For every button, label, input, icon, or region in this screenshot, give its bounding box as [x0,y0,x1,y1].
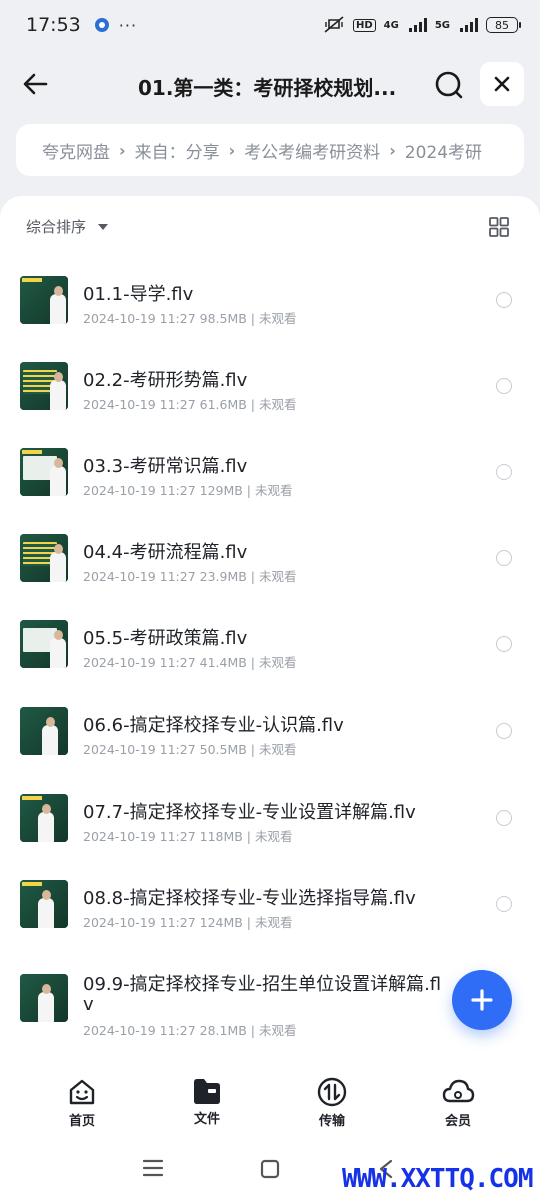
nav-item-files[interactable]: 文件 [167,1072,247,1136]
file-panel: 综合排序 01.1-导学.flv 2024-10-19 11:27 98.5MB… [0,196,540,1200]
nav-label: 文件 [193,1112,220,1127]
file-meta: 2024-10-19 11:27 28.1MB | 未观看 [83,1023,297,1038]
mute-vibrate-icon [324,16,344,33]
plus-icon [471,989,493,1011]
file-row[interactable]: 07.7-搞定择校择专业-专业设置详解篇.flv 2024-10-19 11:2… [0,772,540,858]
file-row[interactable]: 06.6-搞定择校择专业-认识篇.flv 2024-10-19 11:27 50… [0,685,540,771]
grid-view-icon[interactable] [488,216,510,238]
nav-label: 传输 [318,1114,345,1129]
cloud-icon [442,1079,475,1103]
close-icon [494,76,510,92]
video-thumbnail [20,707,68,755]
nav-item-transfer[interactable]: 传输 [292,1072,372,1136]
breadcrumb-item-folder[interactable]: 考公考编考研资料 [244,138,380,163]
home-square-icon[interactable] [259,1158,281,1180]
app-notification-icon [94,18,109,32]
file-meta: 2024-10-19 11:27 98.5MB | 未观看 [83,311,297,326]
video-thumbnail [20,276,68,324]
select-radio[interactable] [496,292,512,308]
close-button[interactable] [480,62,524,106]
network-5g: 5G [434,19,450,31]
page-title: 01.第一类：考研择校规划... [138,76,397,100]
chevron-right-icon: › [228,140,236,160]
select-radio[interactable] [496,896,512,912]
signal-bars-icon [408,18,427,32]
video-thumbnail [20,534,68,582]
signal-bars-icon-2 [460,18,478,32]
file-name: 01.1-导学.flv [83,284,194,305]
file-name: 02.2-考研形势篇.flv [83,370,248,391]
add-button[interactable] [452,970,512,1030]
watermark: WWW.XXTTQ.COM [342,1164,533,1194]
file-meta: 2024-10-19 11:27 41.4MB | 未观看 [83,655,297,670]
file-name: 07.7-搞定择校择专业-专业设置详解篇.flv [83,802,416,823]
bottom-nav: 首页 文件 传输 会员 [0,1072,540,1136]
file-meta: 2024-10-19 11:27 124MB | 未观看 [83,915,293,930]
select-radio[interactable] [496,810,512,826]
chevron-right-icon: › [119,140,126,160]
select-radio[interactable] [496,378,512,394]
video-thumbnail [20,974,68,1022]
sort-dropdown[interactable]: 综合排序 [26,216,109,237]
select-radio[interactable] [496,464,512,480]
file-name: 08.8-搞定择校择专业-专业选择指导篇.flv [83,888,416,909]
file-row[interactable]: 02.2-考研形势篇.flv 2024-10-19 11:27 61.6MB |… [0,340,540,426]
video-thumbnail [20,448,68,496]
hd-badge: HD [352,18,376,32]
sort-label: 综合排序 [26,218,87,236]
caret-down-icon [98,223,109,230]
select-radio[interactable] [496,723,512,739]
nav-label: 首页 [68,1114,95,1129]
file-name: 05.5-考研政策篇.flv [83,628,248,649]
file-meta: 2024-10-19 11:27 61.6MB | 未观看 [83,397,297,412]
file-name: 09.9-搞定择校择专业-招生单位设置详解篇.fl [83,974,442,995]
file-name: 03.3-考研常识篇.flv [83,456,248,477]
chevron-right-icon: › [389,140,396,160]
video-thumbnail [20,362,68,410]
file-row[interactable]: 05.5-考研政策篇.flv 2024-10-19 11:27 41.4MB |… [0,598,540,684]
file-meta: 2024-10-19 11:27 50.5MB | 未观看 [83,742,297,757]
video-thumbnail [20,620,68,668]
file-name: 06.6-搞定择校择专业-认识篇.flv [83,715,344,736]
select-radio[interactable] [496,550,512,566]
nav-item-vip[interactable]: 会员 [418,1072,498,1136]
nav-label: 会员 [444,1114,471,1129]
network-4g: 4G [383,19,399,31]
file-row[interactable]: 08.8-搞定择校择专业-专业选择指导篇.flv 2024-10-19 11:2… [0,858,540,944]
status-bar: 17:53 ··· HD 4G 5G 85 [0,0,540,50]
video-thumbnail [20,880,68,928]
select-radio[interactable] [496,636,512,652]
breadcrumb-item-root[interactable]: 夸克网盘 [42,138,110,163]
file-name-continued: v [83,994,94,1015]
file-row[interactable]: 03.3-考研常识篇.flv 2024-10-19 11:27 129MB | … [0,426,540,512]
transfer-icon [317,1077,347,1107]
breadcrumb: 夸克网盘 › 来自：分享 › 考公考编考研资料 › 2024考研 [16,124,524,176]
breadcrumb-item-share[interactable]: 来自：分享 [135,138,220,163]
file-meta: 2024-10-19 11:27 118MB | 未观看 [83,829,293,844]
file-name: 04.4-考研流程篇.flv [83,542,248,563]
title-bar: 01.第一类：考研择校规划... [0,58,540,114]
file-row[interactable]: 04.4-考研流程篇.flv 2024-10-19 11:27 23.9MB |… [0,512,540,598]
status-indicators: HD 4G 5G 85 [323,16,521,34]
status-more: ··· [118,15,138,35]
file-meta: 2024-10-19 11:27 129MB | 未观看 [83,483,293,498]
search-icon[interactable] [432,68,466,102]
back-arrow-icon[interactable] [20,68,52,100]
menu-icon[interactable] [142,1158,164,1178]
status-time: 17:53 [26,14,81,36]
battery-indicator: 85 [486,17,521,33]
file-meta: 2024-10-19 11:27 23.9MB | 未观看 [83,569,297,584]
home-smile-icon [69,1079,95,1105]
breadcrumb-item-subfolder[interactable]: 2024考研 [405,138,482,163]
file-row[interactable]: 01.1-导学.flv 2024-10-19 11:27 98.5MB | 未观… [0,254,540,340]
folder-icon [194,1079,220,1104]
video-thumbnail [20,794,68,842]
nav-item-home[interactable]: 首页 [42,1072,122,1136]
